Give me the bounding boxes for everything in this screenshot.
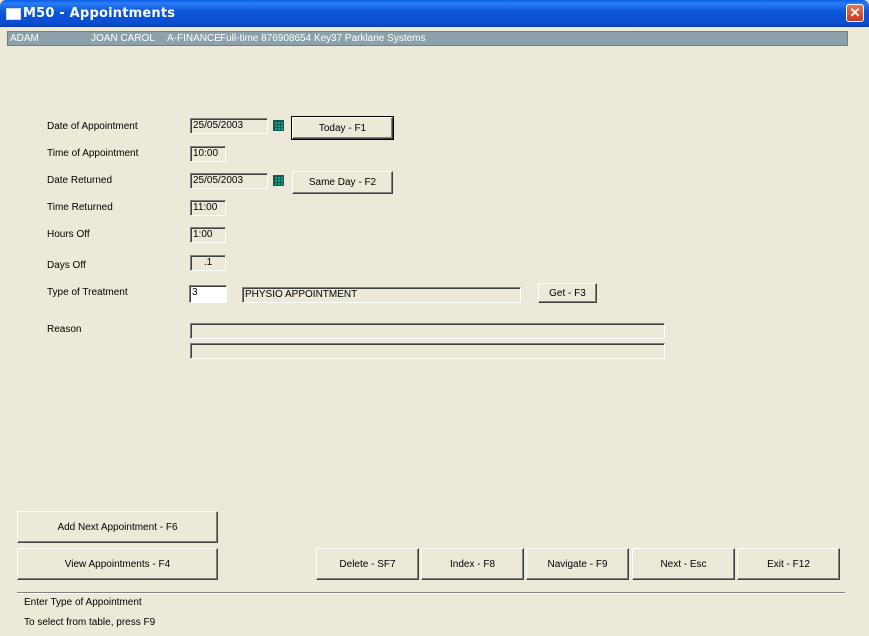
get-button[interactable]: Get - F3: [538, 283, 597, 303]
add-next-appointment-button[interactable]: Add Next Appointment - F6: [17, 511, 218, 543]
today-button[interactable]: Today - F1: [291, 116, 394, 140]
employee-forenames: JOAN CAROL: [91, 33, 155, 44]
employee-info-bar: ADAM JOAN CAROL A-FINANCE Full-time 8769…: [7, 31, 848, 46]
status-message: Enter Type of Appointment: [24, 597, 142, 608]
window-title: M50 - Appointments: [23, 6, 176, 21]
appointments-window: M50 - Appointments ✕ ADAM JOAN CAROL A-F…: [0, 0, 869, 636]
close-icon: ✕: [849, 5, 861, 20]
next-button[interactable]: Next - Esc: [632, 548, 735, 580]
date-returned-label: Date Returned: [47, 175, 113, 186]
treatment-description-field: PHYSIO APPOINTMENT: [242, 287, 521, 303]
date-of-appointment-label: Date of Appointment: [47, 121, 138, 132]
reason-label: Reason: [47, 324, 82, 335]
time-returned-label: Time Returned: [47, 202, 113, 213]
exit-button[interactable]: Exit - F12: [737, 548, 840, 580]
employee-company: 37 Parklane Systems: [331, 33, 426, 44]
time-of-appointment-field[interactable]: 10:00: [190, 146, 226, 162]
time-of-appointment-label: Time of Appointment: [47, 148, 139, 159]
days-off-label: Days Off: [47, 260, 86, 271]
type-of-treatment-label: Type of Treatment: [47, 287, 128, 298]
reason-line-2-field[interactable]: [190, 343, 665, 359]
close-button[interactable]: ✕: [846, 4, 864, 22]
window-icon: [6, 8, 21, 20]
days-off-field[interactable]: .1: [190, 255, 226, 271]
date-returned-field[interactable]: 25/05/2003: [190, 173, 268, 189]
status-hint: To select from table, press F9: [24, 617, 156, 628]
same-day-button[interactable]: Same Day - F2: [292, 171, 393, 194]
calendar-icon[interactable]: [273, 175, 284, 186]
delete-button[interactable]: Delete - SF7: [316, 548, 419, 580]
treatment-code-input[interactable]: 3: [189, 285, 227, 303]
employee-department: A-FINANCE: [167, 33, 221, 44]
calendar-icon[interactable]: [273, 120, 284, 131]
hours-off-label: Hours Off: [47, 229, 90, 240]
employee-surname: ADAM: [10, 33, 39, 44]
index-button[interactable]: Index - F8: [421, 548, 524, 580]
hours-off-field[interactable]: 1:00: [190, 227, 226, 243]
navigate-button[interactable]: Navigate - F9: [526, 548, 629, 580]
employee-details: Full-time 876908654 Key:: [220, 33, 334, 44]
title-bar[interactable]: M50 - Appointments ✕: [0, 0, 869, 27]
reason-line-1-field[interactable]: [190, 323, 665, 339]
view-appointments-button[interactable]: View Appointments - F4: [17, 548, 218, 580]
date-of-appointment-field[interactable]: 25/05/2003: [190, 118, 268, 134]
status-separator: [17, 592, 845, 594]
time-returned-field[interactable]: 11:00: [190, 200, 226, 216]
